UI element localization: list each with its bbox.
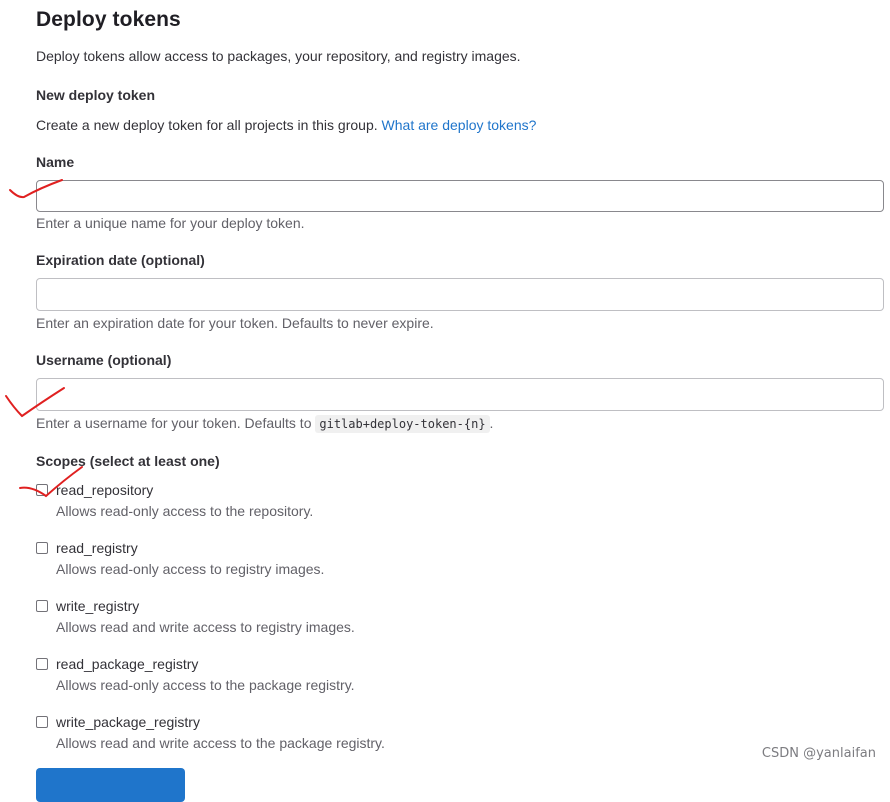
username-help: Enter a username for your token. Default…	[36, 415, 494, 433]
create-deploy-token-button[interactable]	[36, 768, 185, 802]
scope-read-repository: read_repository Allows read-only access …	[36, 482, 636, 526]
scope-name: write_registry	[56, 598, 140, 614]
username-help-suffix: .	[489, 415, 494, 431]
form-heading: New deploy token	[36, 87, 156, 103]
scope-write-package-registry: write_package_registry Allows read and w…	[36, 714, 636, 758]
username-label: Username (optional)	[36, 352, 172, 368]
expiration-label: Expiration date (optional)	[36, 252, 205, 268]
scopes-label: Scopes (select at least one)	[36, 453, 220, 469]
read-registry-checkbox[interactable]	[36, 542, 48, 554]
username-default-code: gitlab+deploy-token-{n}	[315, 415, 490, 433]
scope-name: read_repository	[56, 482, 154, 498]
expiration-help: Enter an expiration date for your token.…	[36, 315, 434, 331]
read-repository-checkbox[interactable]	[36, 484, 48, 496]
scope-help: Allows read and write access to the pack…	[56, 735, 385, 751]
scope-name: read_package_registry	[56, 656, 199, 672]
read-package-registry-checkbox[interactable]	[36, 658, 48, 670]
scope-name: write_package_registry	[56, 714, 200, 730]
scope-help: Allows read-only access to the repositor…	[56, 503, 314, 519]
username-help-text: Enter a username for your token. Default…	[36, 415, 312, 431]
name-label: Name	[36, 154, 75, 170]
page-title: Deploy tokens	[36, 8, 181, 31]
scope-write-registry: write_registry Allows read and write acc…	[36, 598, 636, 642]
page-description: Deploy tokens allow access to packages, …	[36, 48, 521, 64]
write-package-registry-checkbox[interactable]	[36, 716, 48, 728]
form-intro-text: Create a new deploy token for all projec…	[36, 117, 378, 133]
scope-read-package-registry: read_package_registry Allows read-only a…	[36, 656, 636, 700]
scope-help: Allows read-only access to registry imag…	[56, 561, 325, 577]
write-registry-checkbox[interactable]	[36, 600, 48, 612]
username-input[interactable]	[36, 378, 884, 411]
name-help: Enter a unique name for your deploy toke…	[36, 215, 305, 231]
expiration-date-input[interactable]	[36, 278, 884, 311]
scope-help: Allows read-only access to the package r…	[56, 677, 355, 693]
scope-name: read_registry	[56, 540, 138, 556]
form-intro: Create a new deploy token for all projec…	[36, 117, 536, 133]
scope-help: Allows read and write access to registry…	[56, 619, 355, 635]
watermark: CSDN @yanlaifan	[761, 746, 876, 761]
what-are-deploy-tokens-link[interactable]: What are deploy tokens?	[382, 117, 537, 133]
name-input[interactable]	[36, 180, 884, 212]
scope-read-registry: read_registry Allows read-only access to…	[36, 540, 636, 584]
